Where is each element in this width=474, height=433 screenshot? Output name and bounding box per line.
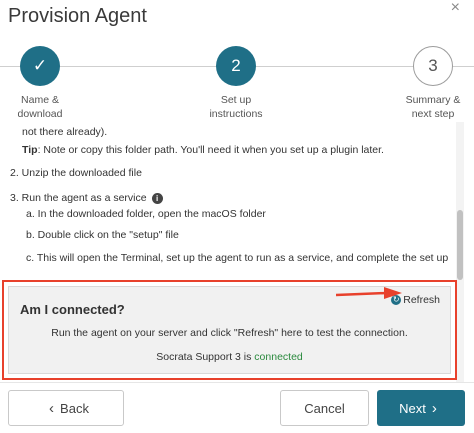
step-3-circle[interactable]: 3	[413, 46, 453, 86]
stepper: ✓ Name & download 2 Set up instructions …	[0, 0, 474, 130]
chevron-left-icon: ‹	[49, 399, 55, 417]
chevron-right-icon: ›	[431, 399, 437, 417]
step-2-circle[interactable]: 2	[216, 46, 256, 86]
refresh-label: Refresh	[403, 294, 440, 306]
check-icon: ✓	[32, 56, 48, 75]
step-1-label: Name & download	[17, 94, 63, 120]
connection-status: Socrata Support 3 is connected	[156, 351, 303, 363]
scrollbar-thumb[interactable]	[457, 210, 463, 280]
step-3-label: Summary & next step	[405, 94, 461, 120]
tip-text: : Note or copy this folder path. You'll …	[37, 144, 384, 156]
instruction-step-2: 2. Unzip the downloaded file	[10, 167, 142, 179]
step-2-label: Set up instructions	[209, 94, 263, 120]
info-icon[interactable]: i	[151, 192, 163, 204]
instruction-step-3b: b. Double click on the "setup" file	[26, 229, 179, 241]
tip-line: Tip: Note or copy this folder path. You'…	[22, 144, 384, 156]
instruction-step-3a: a. In the downloaded folder, open the ma…	[26, 208, 266, 220]
tip-label: Tip	[22, 144, 38, 156]
connection-title: Am I connected?	[20, 302, 125, 317]
instruction-step-3c: c. This will open the Terminal, set up t…	[26, 252, 449, 264]
annotation-arrow-icon	[336, 287, 402, 299]
instruction-step-3: 3. Run the agent as a service i	[10, 192, 163, 204]
back-button[interactable]: ‹ Back	[8, 390, 124, 426]
step-1-circle[interactable]: ✓	[20, 46, 60, 86]
next-button[interactable]: Next ›	[377, 390, 465, 426]
footer-divider	[0, 382, 474, 383]
instruction-cutoff: not there already).	[22, 126, 108, 138]
connection-message: Run the agent on your server and click "…	[51, 327, 408, 339]
connected-status-badge: connected	[254, 351, 303, 363]
cancel-button[interactable]: Cancel	[280, 390, 369, 426]
